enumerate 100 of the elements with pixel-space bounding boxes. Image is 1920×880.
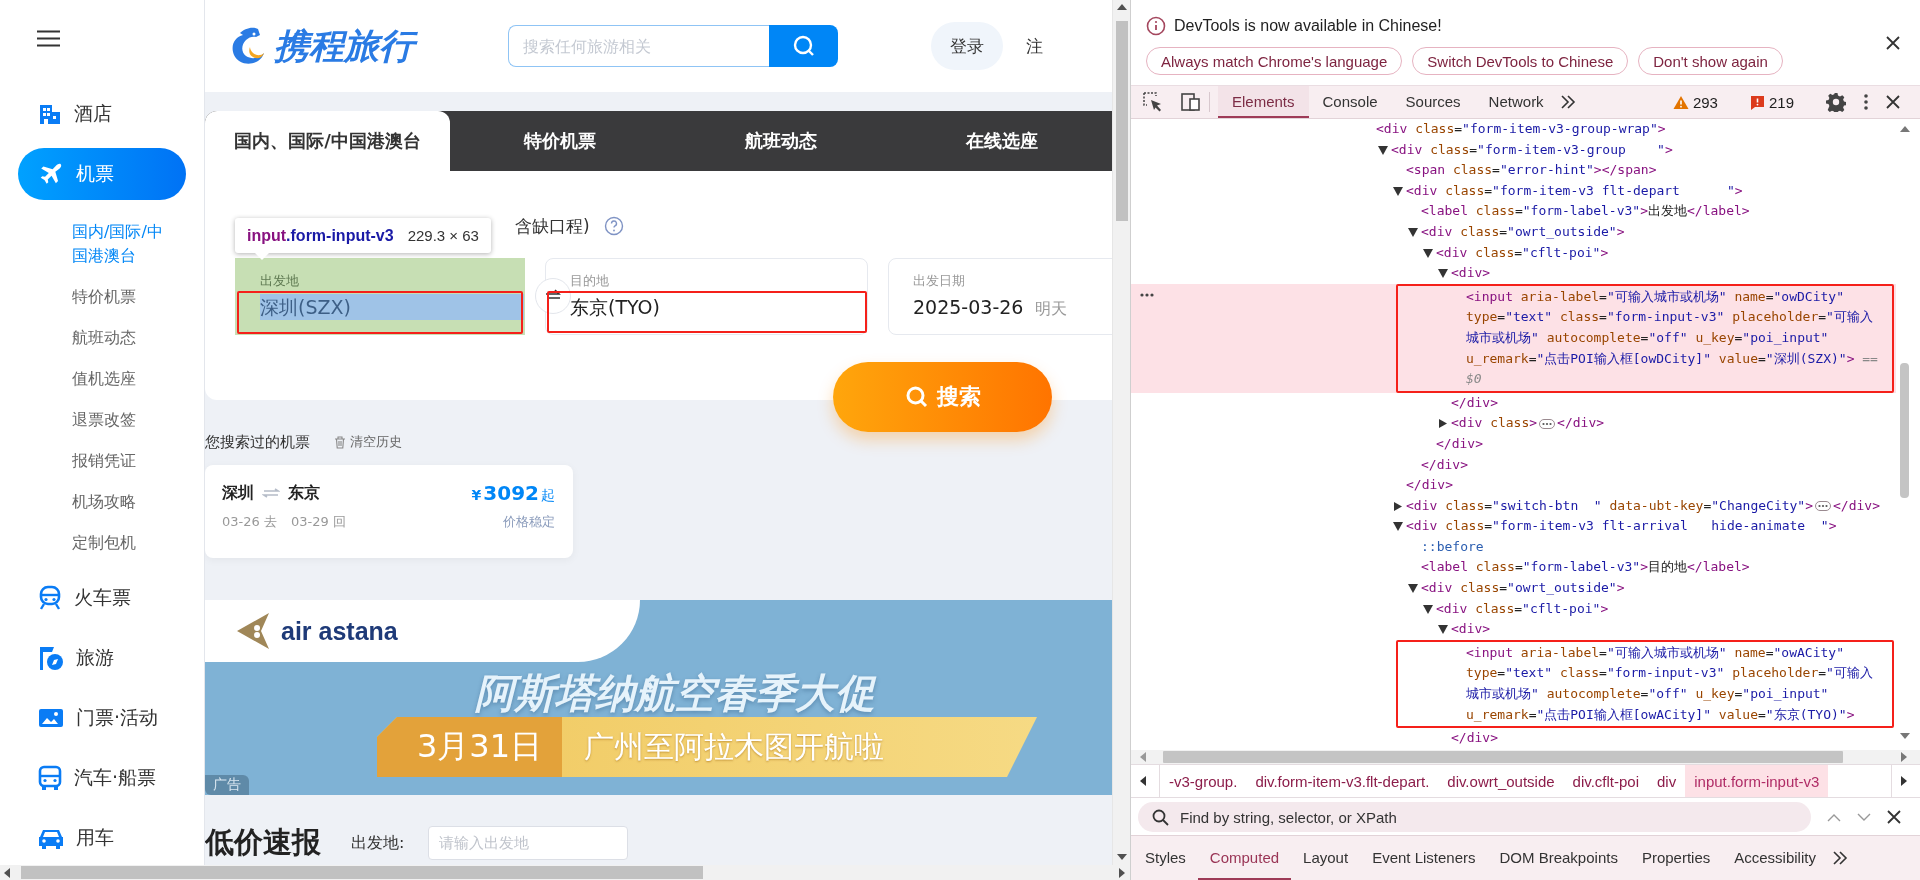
origin-field[interactable]: 请输入出发地 [428,826,629,860]
nav-item[interactable]: 门票·活动 [18,692,186,744]
filter-field[interactable]: Find by string, selector, or XPath [1138,802,1811,832]
dom-row[interactable]: <div class="form-item-v3-group "> [1131,139,1896,161]
nav-subitem[interactable]: 报销凭证 [72,441,173,482]
breadcrumb[interactable]: div.cflt-poi [1563,765,1648,797]
nav-subitem[interactable]: 航班动态 [72,318,173,359]
info-button[interactable]: Always match Chrome's language [1146,47,1403,75]
close-icon[interactable] [1887,810,1901,824]
chevron-down-icon[interactable] [1857,812,1871,822]
info-button[interactable]: Don't show again [1638,47,1783,75]
caret-down-icon[interactable] [1438,625,1448,635]
error-count[interactable]: 219 [1768,93,1794,111]
panel-tab[interactable]: Properties [1629,836,1723,880]
devtools-tab[interactable]: Console [1308,86,1392,118]
login-button[interactable]: 登录 [931,22,1003,70]
close-icon[interactable] [1886,95,1900,109]
date-field[interactable]: 出发日期 2025-03-26 明天 [888,258,1112,335]
caret-down-icon[interactable] [1408,584,1418,594]
dom-row[interactable]: </div> [1131,728,1896,749]
scrollbar-thumb[interactable] [21,866,703,879]
caret-right-icon[interactable] [1438,419,1448,429]
breadcrumb[interactable]: -v3-group. [1160,765,1247,797]
dom-row[interactable]: <div class="cflt-poi"> [1131,242,1896,264]
caret-down-icon[interactable] [1423,604,1433,614]
dom-row[interactable]: <div class="owrt_outside"> [1131,221,1896,243]
vertical-scrollbar[interactable] [1112,0,1130,865]
warning-count[interactable]: 293 [1692,93,1718,111]
nav-subitem[interactable]: 定制包机 [72,523,173,564]
panel-tab[interactable]: Accessibility [1722,836,1828,880]
scrollbar-thumb[interactable] [1163,751,1843,763]
devtools-tab[interactable]: Sources [1391,86,1475,118]
dom-row[interactable]: <label class="form-label-v3">出发地</label> [1131,201,1896,222]
nav-subitem[interactable]: 值机选座 [72,359,173,400]
tab[interactable]: 特价机票 [450,111,671,171]
nav-item[interactable]: 旅游 [18,632,186,684]
nav-item[interactable]: 酒店 [18,88,186,140]
dom-row[interactable]: <label class="form-label-v3">目的地</label> [1131,557,1896,579]
caret-down-icon[interactable] [1438,269,1448,279]
dom-row[interactable]: <div class> </div> [1131,413,1896,434]
scrollbar-thumb[interactable] [1115,21,1128,221]
search-button[interactable] [769,25,838,67]
panel-tab[interactable]: DOM Breakpoints [1487,836,1630,880]
ellipsis-icon[interactable] [1815,501,1831,511]
dom-row[interactable]: </div> [1131,392,1896,414]
dom-row[interactable]: <div class="switch-btn " data-ubt-key="ChangeCity"> </div> [1131,495,1896,517]
nav-subitem[interactable]: 国内/国际/中国港澳台 [72,212,173,277]
breadcrumb[interactable]: div [1648,765,1686,797]
info-button[interactable]: Switch DevTools to Chinese [1412,47,1629,75]
dom-row[interactable]: <span class="error-hint"></span> [1131,160,1896,181]
inspect-icon[interactable] [1143,92,1163,112]
nav-item[interactable]: 用车 [18,812,186,864]
tab[interactable]: 在线选座 [891,111,1112,171]
breadcrumb[interactable]: input.form-input-v3 [1685,765,1829,797]
dom-row[interactable]: <div class="form-item-v3 flt-depart "> [1131,180,1896,202]
chevron-up-icon[interactable] [1827,812,1841,822]
tab[interactable]: 国内、国际/中国港澳台 [205,111,450,171]
menu-icon[interactable] [37,30,60,47]
tab[interactable]: 航班动态 [670,111,892,171]
dom-row[interactable]: </div> [1131,433,1896,455]
close-icon[interactable] [1886,36,1900,50]
horizontal-scrollbar[interactable] [1131,750,1920,764]
breadcrumb[interactable]: div.owrt_outside [1438,765,1564,797]
ad-banner[interactable]: air astana 阿斯塔纳航空春季大促 3月31日 广州至阿拉木图开航啦 广告 [205,600,1112,795]
more-tabs-icon[interactable] [1559,95,1576,109]
panel-tab[interactable]: Event Listeners [1360,836,1488,880]
caret-down-icon[interactable] [1408,227,1418,237]
panel-tab[interactable]: Layout [1291,836,1361,880]
dom-row[interactable]: </div> [1131,475,1896,496]
dom-row[interactable]: <div class="form-item-v3-group-wrap"> [1131,119,1896,140]
dom-row[interactable]: ::before [1131,536,1896,558]
caret-down-icon[interactable] [1423,248,1433,258]
dom-row[interactable]: <div class="owrt_outside"> [1131,578,1896,599]
nav-item[interactable]: 火车票 [18,572,186,624]
dom-row[interactable]: </div> [1131,454,1896,476]
ellipsis-icon[interactable] [1539,418,1556,429]
nav-item[interactable]: 汽车·船票 [18,752,186,804]
more-options-icon[interactable] [1864,94,1868,110]
device-icon[interactable] [1181,93,1201,111]
panel-tab[interactable]: Styles [1133,836,1198,880]
dom-row[interactable]: <div> [1131,263,1896,284]
nav-subitem[interactable]: 特价机票 [72,277,173,318]
settings-icon[interactable] [1826,92,1846,112]
devtools-tab[interactable]: Elements [1218,86,1309,118]
register-link[interactable]: 注 [1026,34,1043,58]
scrollbar-thumb[interactable] [1900,363,1909,498]
caret-down-icon[interactable] [1393,186,1403,196]
more-tabs-icon[interactable] [1831,851,1848,865]
devtools-tab[interactable]: Network [1474,86,1558,118]
dom-row[interactable]: <div> [1131,619,1896,640]
dom-row[interactable]: <div class="form-item-v3 flt-arrival hide-animate "> [1131,516,1896,537]
breadcrumb[interactable]: div.form-item-v3.flt-depart. [1246,765,1439,797]
panel-tab[interactable]: Computed [1197,836,1292,880]
help-icon[interactable] [603,216,624,236]
dom-row[interactable]: <div class="cflt-poi"> [1131,598,1896,620]
nav-subitem[interactable]: 机场攻略 [72,482,173,523]
clear-history-button[interactable]: 清空历史 [334,433,402,451]
dom-row[interactable]: <input aria-label="可输入城市或机场" name="owDCity" type="text" class="form-input-v3" placeholder="可输入城市或机场" autocomplete="off" u_key="poi_input" u_remark="点击POI输入框[owDCity]" value="深圳(SZX)"> == $0 [1131,283,1896,393]
more-options-icon[interactable] [1140,292,1154,297]
dom-row[interactable]: <input aria-label="可输入城市或机场" name="owACity" type="text" class="form-input-v3" placeholder="可输入城市或机场" autocomplete="off" u_key="poi_input" u_remark="点击POI输入框[owACity]" value="东京(TYO)"> [1131,639,1896,729]
